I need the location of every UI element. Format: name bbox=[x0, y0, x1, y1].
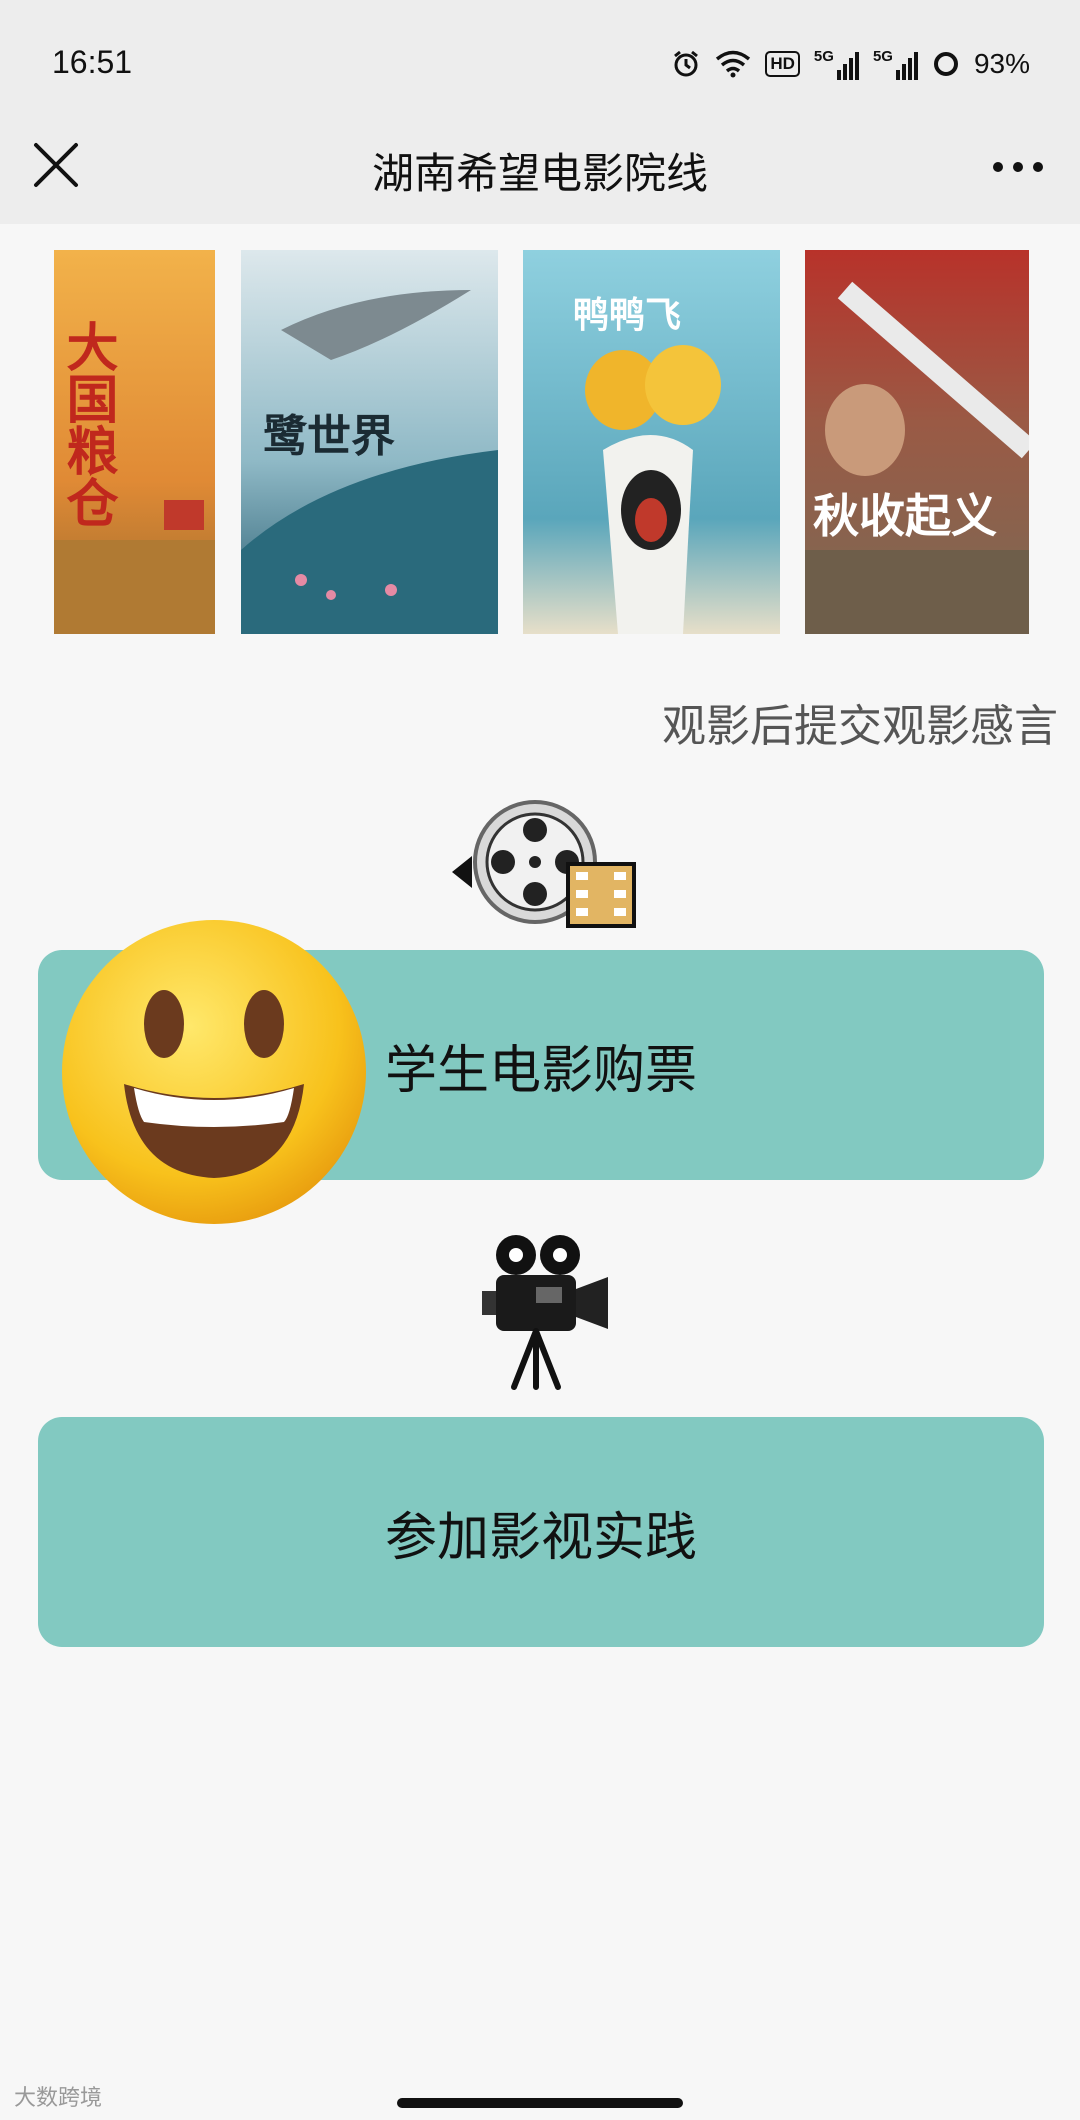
poster-3-title: 鸭鸭飞 bbox=[573, 294, 682, 336]
battery-ring-icon bbox=[933, 52, 958, 76]
poster-1-title: 大国粮仓 bbox=[57, 320, 118, 528]
page-title: 湖南希望电影院线 bbox=[371, 149, 708, 198]
poster-4[interactable]: 秋收起义 bbox=[805, 250, 1029, 634]
poster-2-title: 鹭世界 bbox=[263, 411, 395, 462]
poster-2[interactable]: 鹭世界 bbox=[241, 250, 498, 634]
signal-5g-icon: 5G bbox=[814, 49, 859, 80]
hd-icon: HD bbox=[765, 51, 800, 77]
poster-1[interactable]: 大国粮仓 bbox=[54, 250, 215, 634]
poster-carousel[interactable]: 大国粮仓 鹭世界 鸭鸭飞 秋收起义 bbox=[0, 250, 1080, 634]
watermark: 大数跨境 bbox=[14, 2086, 103, 2111]
battery-percent: 93% bbox=[973, 48, 1030, 79]
review-prompt[interactable]: 观影后提交观影感言 bbox=[662, 690, 1058, 754]
home-indicator[interactable] bbox=[397, 2098, 683, 2108]
poster-4-title: 秋收起义 bbox=[813, 489, 997, 543]
status-time: 16:51 bbox=[52, 44, 133, 80]
poster-4-art bbox=[805, 250, 1029, 634]
nav-bar: 湖南希望电影院线 bbox=[0, 110, 1080, 224]
film-reel-icon bbox=[452, 800, 636, 928]
more-dots-icon[interactable] bbox=[986, 142, 1050, 192]
signal-5g-icon-2: 5G bbox=[873, 49, 918, 80]
film-practice-button[interactable]: 参加影视实践 bbox=[38, 1417, 1044, 1647]
movie-camera-icon bbox=[482, 1235, 608, 1390]
status-icons: HD 5G 5G 93% bbox=[671, 44, 1030, 84]
wifi-icon bbox=[716, 50, 751, 78]
smiley-emoji-icon bbox=[62, 920, 366, 1224]
poster-3[interactable]: 鸭鸭飞 bbox=[523, 250, 780, 634]
close-icon[interactable] bbox=[28, 137, 88, 197]
alarm-icon bbox=[674, 50, 699, 77]
status-bar: 16:51 HD 5G 5G 93% bbox=[0, 0, 1080, 110]
